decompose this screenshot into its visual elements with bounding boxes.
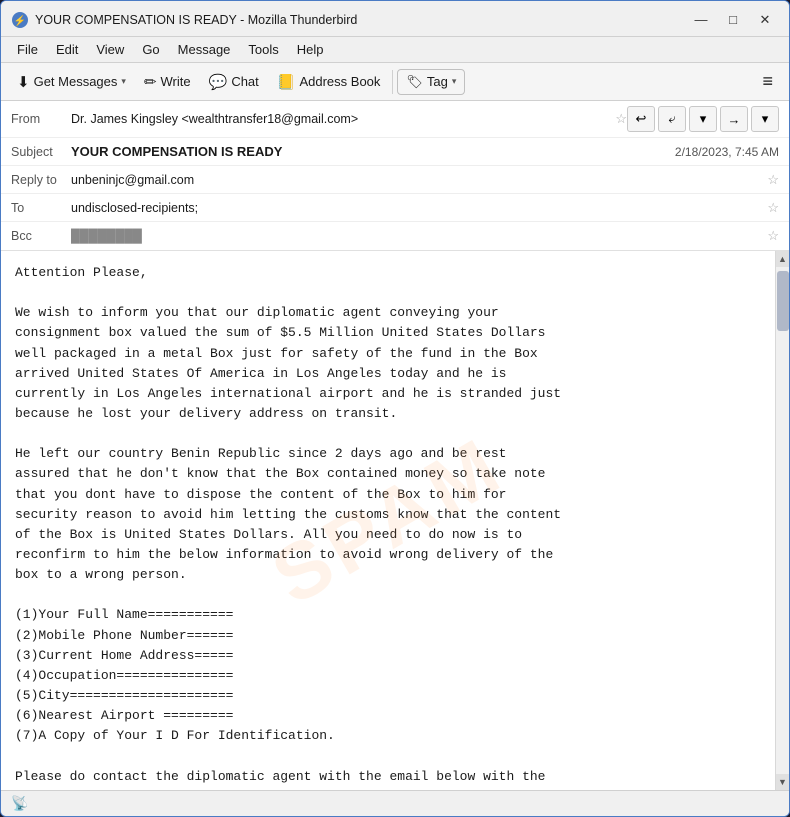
date-value: 2/18/2023, 7:45 AM: [675, 145, 779, 159]
status-bar: 📡: [1, 790, 789, 816]
forward-button[interactable]: →: [720, 106, 748, 132]
get-messages-label: Get Messages: [34, 74, 118, 89]
write-icon: ✏: [144, 73, 157, 91]
menu-go[interactable]: Go: [134, 39, 167, 60]
toolbar: ⬇ Get Messages ▾ ✏ Write 💬 Chat 📒 Addres…: [1, 63, 789, 101]
from-star-icon[interactable]: ☆: [615, 111, 627, 127]
svg-text:⚡: ⚡: [14, 14, 26, 27]
toolbar-separator: [392, 70, 393, 94]
to-row: To undisclosed-recipients; ☆: [1, 194, 789, 222]
bcc-value: ████████: [71, 229, 761, 243]
subject-row: Subject YOUR COMPENSATION IS READY 2/18/…: [1, 138, 789, 166]
bcc-star-icon[interactable]: ☆: [767, 228, 779, 244]
menu-help[interactable]: Help: [289, 39, 332, 60]
close-button[interactable]: ✕: [751, 9, 779, 31]
reply-to-value: unbeninjc@gmail.com: [71, 173, 761, 187]
nav-dropdown-button[interactable]: ▾: [689, 106, 717, 132]
reply-to-star-icon[interactable]: ☆: [767, 172, 779, 188]
to-label: To: [11, 201, 71, 215]
app-icon: ⚡: [11, 11, 29, 29]
address-book-label: Address Book: [299, 74, 380, 89]
reply-to-row: Reply to unbeninjc@gmail.com ☆: [1, 166, 789, 194]
menu-message[interactable]: Message: [170, 39, 239, 60]
get-messages-icon: ⬇: [17, 73, 30, 91]
bcc-label: Bcc: [11, 229, 71, 243]
scrollbar-up-button[interactable]: ▲: [776, 251, 790, 267]
menu-tools[interactable]: Tools: [240, 39, 286, 60]
menu-view[interactable]: View: [88, 39, 132, 60]
minimize-button[interactable]: —: [687, 9, 715, 31]
scrollbar[interactable]: ▲ ▼: [775, 251, 789, 790]
menu-file[interactable]: File: [9, 39, 46, 60]
chat-label: Chat: [231, 74, 258, 89]
tag-icon: 🏷: [406, 74, 423, 90]
to-value: undisclosed-recipients;: [71, 201, 761, 215]
maximize-button[interactable]: □: [719, 9, 747, 31]
write-label: Write: [161, 74, 191, 89]
hamburger-button[interactable]: ≡: [754, 67, 781, 96]
window-controls: — □ ✕: [687, 9, 779, 31]
status-icon: 📡: [11, 795, 28, 812]
email-body[interactable]: SPAM Attention Please, We wish to inform…: [1, 251, 775, 790]
address-book-icon: 📒: [277, 73, 296, 91]
scrollbar-down-button[interactable]: ▼: [776, 774, 790, 790]
address-book-button[interactable]: 📒 Address Book: [269, 69, 389, 95]
subject-label: Subject: [11, 145, 71, 159]
title-bar: ⚡ YOUR COMPENSATION IS READY - Mozilla T…: [1, 1, 789, 37]
reply-all-button[interactable]: ⤶: [658, 106, 686, 132]
tag-button[interactable]: 🏷 Tag ▾: [397, 69, 465, 95]
window-title: YOUR COMPENSATION IS READY - Mozilla Thu…: [35, 13, 357, 27]
get-messages-dropdown-icon[interactable]: ▾: [121, 76, 126, 87]
get-messages-button[interactable]: ⬇ Get Messages ▾: [9, 69, 134, 95]
main-window: ⚡ YOUR COMPENSATION IS READY - Mozilla T…: [0, 0, 790, 817]
email-header: From Dr. James Kingsley <wealthtransfer1…: [1, 101, 789, 251]
nav-actions: ↩ ⤶ ▾ → ▾: [627, 106, 779, 132]
email-body-container: SPAM Attention Please, We wish to inform…: [1, 251, 789, 790]
reply-button[interactable]: ↩: [627, 106, 655, 132]
from-label: From: [11, 112, 71, 126]
scrollbar-thumb[interactable]: [777, 271, 789, 331]
tag-dropdown-icon[interactable]: ▾: [452, 76, 457, 87]
bcc-row: Bcc ████████ ☆: [1, 222, 789, 250]
tag-label: Tag: [427, 74, 448, 89]
menu-edit[interactable]: Edit: [48, 39, 86, 60]
from-value: Dr. James Kingsley <wealthtransfer18@gma…: [71, 112, 609, 126]
chat-button[interactable]: 💬 Chat: [201, 69, 267, 95]
to-star-icon[interactable]: ☆: [767, 200, 779, 216]
from-row: From Dr. James Kingsley <wealthtransfer1…: [1, 101, 789, 138]
menu-bar: File Edit View Go Message Tools Help: [1, 37, 789, 63]
more-button[interactable]: ▾: [751, 106, 779, 132]
subject-value: YOUR COMPENSATION IS READY: [71, 144, 675, 159]
title-bar-left: ⚡ YOUR COMPENSATION IS READY - Mozilla T…: [11, 11, 357, 29]
write-button[interactable]: ✏ Write: [136, 69, 199, 95]
reply-to-label: Reply to: [11, 173, 71, 187]
email-body-text: Attention Please, We wish to inform you …: [15, 263, 761, 790]
chat-icon: 💬: [209, 73, 228, 91]
